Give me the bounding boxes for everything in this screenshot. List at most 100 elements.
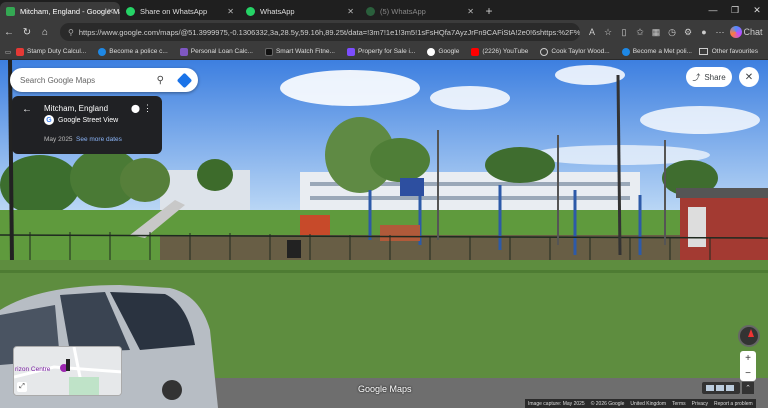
- expand-up-icon[interactable]: ⌃: [742, 382, 754, 394]
- zoom-out-icon[interactable]: −: [745, 368, 751, 379]
- report-problem-link[interactable]: Report a problem: [714, 401, 753, 407]
- bookmark-youtube[interactable]: (2226) YouTube: [471, 47, 529, 56]
- bookmark-label: Become a Met poli...: [632, 48, 692, 55]
- bookmark-met-police[interactable]: Become a Met poli...: [621, 47, 692, 56]
- copilot-icon: [730, 26, 742, 38]
- share-label: Share: [704, 72, 726, 82]
- close-tab-icon[interactable]: ✕: [107, 7, 114, 16]
- close-window-icon[interactable]: ✕: [746, 0, 768, 20]
- thumbnail[interactable]: [716, 385, 724, 391]
- bookmark-icon: [179, 47, 188, 56]
- google-icon: G: [44, 115, 54, 125]
- bookmark-stamp-duty[interactable]: Stamp Duty Calcul...: [16, 47, 87, 56]
- terms-link[interactable]: Terms: [672, 401, 686, 407]
- capture-date: May 2025: [44, 136, 73, 143]
- home-icon[interactable]: ⌂: [36, 22, 54, 42]
- photo-strip[interactable]: [702, 382, 740, 394]
- bookmark-label: Stamp Duty Calcul...: [27, 48, 87, 55]
- bookmark-property[interactable]: Property for Sale i...: [346, 47, 415, 56]
- browser-window: Mitcham, England - Google Maps✕ Share on…: [0, 0, 768, 408]
- google-icon: [427, 47, 436, 56]
- pin-icon[interactable]: ⬤: [131, 104, 140, 113]
- share-icon: ⤴: [692, 72, 701, 82]
- new-tab-icon[interactable]: +: [480, 2, 498, 20]
- folder-icon: [698, 48, 708, 55]
- place-title: Mitcham, England: [44, 104, 109, 113]
- bookmark-label: (2226) YouTube: [482, 48, 529, 55]
- tab-label: WhatsApp: [260, 6, 295, 16]
- back-icon[interactable]: ←: [0, 22, 18, 42]
- google-maps-icon: [6, 6, 15, 16]
- split-screen-icon[interactable]: ▯: [616, 23, 632, 41]
- youtube-icon: [471, 47, 480, 56]
- maximize-icon[interactable]: ❐: [724, 0, 746, 20]
- search-input[interactable]: Search Google Maps: [20, 76, 95, 85]
- directions-icon[interactable]: [176, 72, 193, 88]
- search-icon[interactable]: ⚲: [157, 75, 164, 86]
- tab-strip: Mitcham, England - Google Maps✕ Share on…: [0, 0, 768, 20]
- maps-footer: Image capture: May 2025 © 2026 Google Un…: [525, 399, 756, 408]
- globe-icon: [540, 47, 549, 56]
- close-tab-icon[interactable]: ✕: [227, 7, 234, 16]
- minimize-icon[interactable]: —: [702, 0, 724, 20]
- thumbnail[interactable]: [706, 385, 714, 391]
- minimap-label: rizon Centre: [15, 366, 51, 373]
- bookmark-icon: [621, 47, 630, 56]
- search-box[interactable]: Search Google Maps ⚲: [10, 68, 198, 92]
- url-field[interactable]: ⚲ https://www.google.com/maps/@51.3999975…: [60, 23, 580, 41]
- whatsapp-icon: [126, 6, 135, 16]
- favorites-bar-icon[interactable]: ▭: [0, 48, 16, 56]
- other-favourites[interactable]: Other favourites: [698, 48, 758, 55]
- more-options-icon[interactable]: ⋯: [712, 23, 728, 41]
- place-card: ← Mitcham, England ⬤ ⋮ G Google Street Vi…: [12, 96, 162, 154]
- tab-google-maps[interactable]: Mitcham, England - Google Maps✕: [0, 2, 120, 20]
- bookmark-loan[interactable]: Personal Loan Calc...: [179, 47, 253, 56]
- minimap[interactable]: rizon Centre ⤢: [13, 346, 122, 396]
- url-text: https://www.google.com/maps/@51.3999975,…: [78, 27, 580, 37]
- thumbnail[interactable]: [726, 385, 734, 391]
- google-maps-watermark: Google Maps: [358, 384, 412, 394]
- favorite-star-icon[interactable]: ☆: [600, 23, 616, 41]
- window-controls: — ❐ ✕: [702, 0, 768, 20]
- bookmark-label: Smart Watch Fitne...: [275, 48, 335, 55]
- collections-icon[interactable]: ▦: [648, 23, 664, 41]
- copilot-chat-button[interactable]: Chat: [730, 23, 763, 41]
- see-more-dates-link[interactable]: See more dates: [76, 136, 122, 143]
- site-info-icon[interactable]: ⚲: [68, 28, 74, 37]
- history-icon[interactable]: ◷: [664, 23, 680, 41]
- extensions-icon[interactable]: ⚙: [680, 23, 696, 41]
- whatsapp-icon: [246, 6, 255, 16]
- image-capture-text: Image capture: May 2025: [528, 400, 585, 407]
- bookmark-police[interactable]: Become a police c...: [98, 47, 168, 56]
- other-favourites-label: Other favourites: [711, 48, 758, 55]
- privacy-link[interactable]: Privacy: [692, 401, 708, 407]
- bookmark-icon: [98, 47, 107, 56]
- tab-label: Mitcham, England - Google Maps: [20, 6, 120, 16]
- close-street-view-button[interactable]: ✕: [739, 67, 759, 87]
- share-button[interactable]: ⤴ Share: [686, 67, 732, 87]
- tab-whatsapp-5[interactable]: (5) WhatsApp ✕: [360, 2, 480, 20]
- tab-share-whatsapp[interactable]: Share on WhatsApp ✕: [120, 2, 240, 20]
- bookmark-google[interactable]: Google: [427, 47, 460, 56]
- read-aloud-icon[interactable]: A: [584, 23, 600, 41]
- bookmark-icon: [346, 47, 355, 56]
- tab-label: (5) WhatsApp: [380, 6, 426, 16]
- bookmarks-bar: ▭ Stamp Duty Calcul... Become a police c…: [0, 44, 768, 60]
- bookmark-smartwatch[interactable]: Smart Watch Fitne...: [264, 47, 335, 56]
- tab-whatsapp[interactable]: WhatsApp ✕: [240, 2, 360, 20]
- expand-map-icon[interactable]: ⤢: [17, 382, 27, 392]
- favorites-icon[interactable]: ✩: [632, 23, 648, 41]
- back-arrow-icon[interactable]: ←: [22, 104, 32, 115]
- close-tab-icon[interactable]: ✕: [347, 7, 354, 16]
- profile-icon[interactable]: ●: [696, 23, 712, 41]
- refresh-icon[interactable]: ↻: [18, 22, 36, 42]
- more-vert-icon[interactable]: ⋮: [143, 103, 152, 114]
- tab-label: Share on WhatsApp: [140, 6, 208, 16]
- zoom-in-icon[interactable]: +: [745, 353, 751, 364]
- compass-icon[interactable]: [738, 325, 760, 347]
- toolbar-icons: A ☆ ▯ ✩ ▦ ◷ ⚙ ● ⋯ Chat: [584, 23, 763, 41]
- close-tab-icon[interactable]: ✕: [467, 7, 474, 16]
- bookmark-cook-taylor[interactable]: Cook Taylor Wood...: [540, 47, 610, 56]
- bookmark-label: Google: [438, 48, 460, 55]
- region-link[interactable]: United Kingdom: [630, 401, 666, 407]
